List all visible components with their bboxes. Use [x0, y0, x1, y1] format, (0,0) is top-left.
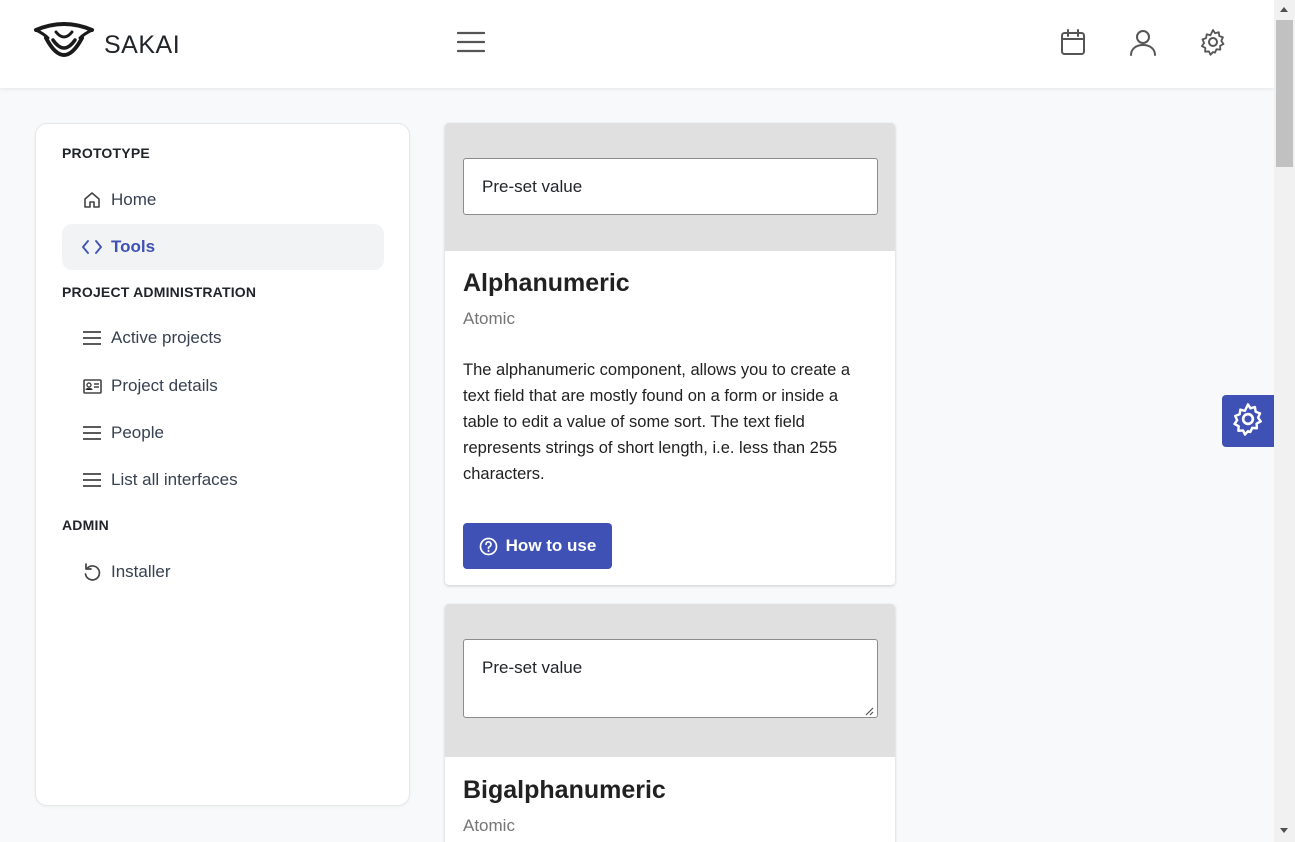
sidebar-item-label: Installer: [111, 562, 171, 581]
home-icon: [81, 189, 103, 211]
bars-icon: [81, 327, 103, 349]
page-scrollbar[interactable]: [1274, 0, 1295, 842]
sidebar-item-label: People: [111, 423, 164, 442]
card-title: Bigalphanumeric: [463, 776, 666, 804]
sidebar-item-list-all-interfaces[interactable]: List all interfaces: [62, 457, 384, 503]
scroll-up-arrow-icon[interactable]: [1280, 7, 1288, 12]
bars-icon: [81, 422, 103, 444]
scroll-thumb[interactable]: [1276, 20, 1293, 167]
how-to-use-button[interactable]: How to use: [463, 523, 612, 569]
how-to-use-label: How to use: [505, 536, 597, 555]
bars-icon: [81, 469, 103, 491]
card-subtitle: Atomic: [463, 816, 515, 835]
sidebar-item-label: List all interfaces: [111, 470, 238, 489]
menu-toggle-button[interactable]: [455, 28, 487, 60]
sidebar: PROTOTYPE Home Tools PROJECT ADMINISTRAT…: [35, 123, 410, 806]
card-title: Alphanumeric: [463, 269, 630, 297]
id-card-icon: [81, 375, 103, 397]
sakai-logo-icon: [34, 20, 94, 71]
question-circle-icon: [479, 537, 498, 556]
sidebar-item-installer[interactable]: Installer: [62, 549, 384, 595]
card-description: The alphanumeric component, allows you t…: [463, 361, 851, 483]
sidebar-item-tools[interactable]: Tools: [62, 224, 384, 270]
profile-button[interactable]: [1125, 26, 1161, 62]
sidebar-item-active-projects[interactable]: Active projects: [62, 315, 384, 361]
sidebar-item-project-details[interactable]: Project details: [62, 363, 384, 409]
hamburger-icon: [456, 31, 486, 58]
brand-name: SAKAI: [104, 31, 181, 59]
alphanumeric-input[interactable]: [463, 158, 878, 215]
gear-icon: [1231, 402, 1265, 441]
card-subtitle: Atomic: [463, 309, 515, 328]
card-preview: [445, 123, 895, 251]
resize-handle-icon[interactable]: [864, 703, 892, 754]
component-card-alphanumeric: Alphanumeric Atomic The alphanumeric com…: [445, 123, 895, 585]
section-label-admin: ADMIN: [62, 517, 109, 533]
calendar-button[interactable]: [1055, 26, 1091, 62]
user-icon: [1129, 28, 1157, 61]
section-label-prototype: PROTOTYPE: [62, 145, 150, 161]
sidebar-item-label: Active projects: [111, 328, 222, 347]
section-label-project-administration: PROJECT ADMINISTRATION: [62, 284, 257, 300]
sidebar-item-home[interactable]: Home: [62, 177, 384, 223]
code-icon: [81, 236, 103, 258]
refresh-icon: [81, 561, 103, 583]
gear-icon: [1199, 28, 1227, 61]
component-card-bigalphanumeric: Pre-set value Bigalphanumeric Atomic: [445, 604, 895, 842]
sidebar-item-label: Tools: [111, 237, 156, 256]
settings-button[interactable]: [1195, 26, 1231, 62]
sidebar-item-label: Home: [111, 190, 157, 209]
config-button[interactable]: [1222, 395, 1274, 447]
card-preview: Pre-set value: [445, 604, 895, 757]
sidebar-item-label: Project details: [111, 376, 218, 395]
bigalphanumeric-textarea[interactable]: Pre-set value: [463, 639, 878, 718]
logo[interactable]: SAKAI: [34, 20, 180, 71]
calendar-icon: [1060, 28, 1086, 61]
top-bar: SAKAI: [0, 0, 1274, 88]
scroll-down-arrow-icon[interactable]: [1280, 828, 1288, 833]
sidebar-item-people[interactable]: People: [62, 410, 384, 456]
